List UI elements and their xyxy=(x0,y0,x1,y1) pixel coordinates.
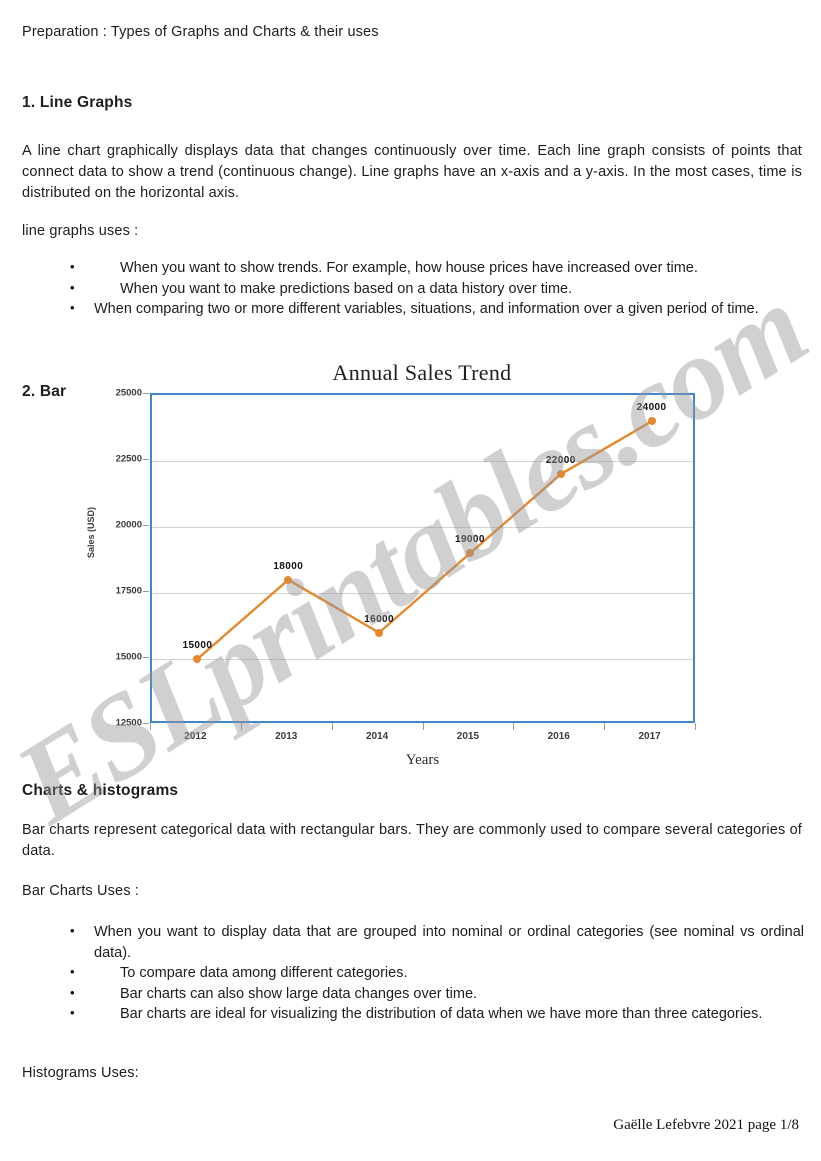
x-tick-mark xyxy=(604,723,606,730)
x-tick-mark xyxy=(422,723,424,730)
y-tick-label: 20000 xyxy=(115,519,142,531)
page-footer: Gaëlle Lefebvre 2021 page 1/8 xyxy=(613,1117,799,1133)
x-tick-label: 2015 xyxy=(456,731,480,742)
y-tick-label: 15000 xyxy=(115,651,142,663)
data-point-marker xyxy=(375,628,384,637)
x-tick-mark xyxy=(695,723,696,730)
y-tick-mark xyxy=(143,591,149,592)
document-page: Preparation : Types of Graphs and Charts… xyxy=(0,0,821,1161)
y-tick-label: 22500 xyxy=(115,453,142,465)
bar-chart-uses-intro: Bar Charts Uses : xyxy=(22,883,139,899)
y-tick-mark xyxy=(143,723,149,724)
data-point-marker xyxy=(284,575,293,584)
x-tick-label: 2013 xyxy=(275,731,298,742)
section-heading-charts-histograms: Charts & histograms xyxy=(22,782,179,799)
data-point-label: 19000 xyxy=(455,534,485,546)
section-heading-line-graphs: 1. Line Graphs xyxy=(22,94,133,111)
data-point-marker xyxy=(647,417,656,426)
y-tick-label: 17500 xyxy=(115,585,142,597)
list-item: To compare data among different categori… xyxy=(70,962,804,984)
data-point-marker xyxy=(193,655,202,663)
chart-plot-area: 15000 18000 16000 19000 22000 24000 xyxy=(150,393,695,723)
list-item: When you want to show trends. For exampl… xyxy=(70,257,804,279)
document-header: Preparation : Types of Graphs and Charts… xyxy=(22,24,379,40)
list-item: When you want to display data that are g… xyxy=(70,921,804,963)
x-tick-mark xyxy=(331,723,333,730)
x-tick-mark xyxy=(150,723,151,730)
data-point-label: 24000 xyxy=(636,402,667,414)
bar-chart-uses-list: When you want to display data that are g… xyxy=(70,921,804,1025)
x-tick-mark xyxy=(240,723,242,730)
chart-series-line xyxy=(196,420,653,661)
chart-title: Annual Sales Trend xyxy=(332,360,512,385)
y-tick-mark xyxy=(143,459,149,460)
list-item: Bar charts are ideal for visualizing the… xyxy=(70,1003,804,1025)
y-tick-label: 25000 xyxy=(115,387,142,399)
data-point-label: 18000 xyxy=(273,560,304,572)
data-point-label: 22000 xyxy=(545,455,576,467)
data-point-marker xyxy=(465,549,474,558)
list-item: Bar charts can also show large data chan… xyxy=(70,983,804,1005)
y-tick-mark xyxy=(143,657,149,658)
data-point-label: 15000 xyxy=(182,640,213,651)
line-graph-uses-list: When you want to show trends. For exampl… xyxy=(70,257,804,320)
x-tick-mark xyxy=(513,723,515,730)
data-point-label: 16000 xyxy=(364,613,394,625)
line-graph-uses-intro: line graphs uses : xyxy=(22,223,139,239)
chart-x-axis-label: Years xyxy=(405,752,440,768)
annual-sales-trend-chart: Annual Sales Trend Sales (USD) 15000 1800… xyxy=(86,360,752,780)
list-item: When you want to make predictions based … xyxy=(70,278,804,300)
y-tick-mark xyxy=(143,393,149,394)
y-tick-mark xyxy=(143,525,149,526)
y-tick-label: 12500 xyxy=(115,717,142,729)
section-paragraph-bar-charts: Bar charts represent categorical data wi… xyxy=(22,822,802,859)
x-tick-label: 2012 xyxy=(184,731,207,742)
list-item: When comparing two or more different var… xyxy=(70,298,804,320)
x-tick-label: 2014 xyxy=(365,731,389,742)
x-tick-label: 2016 xyxy=(547,731,570,742)
data-point-marker xyxy=(556,470,565,479)
section-paragraph-line-graphs: A line chart graphically displays data t… xyxy=(22,143,802,201)
histograms-uses-intro: Histograms Uses: xyxy=(22,1065,139,1081)
chart-y-axis-label: Sales (USD) xyxy=(86,506,96,558)
x-tick-label: 2017 xyxy=(638,731,661,742)
